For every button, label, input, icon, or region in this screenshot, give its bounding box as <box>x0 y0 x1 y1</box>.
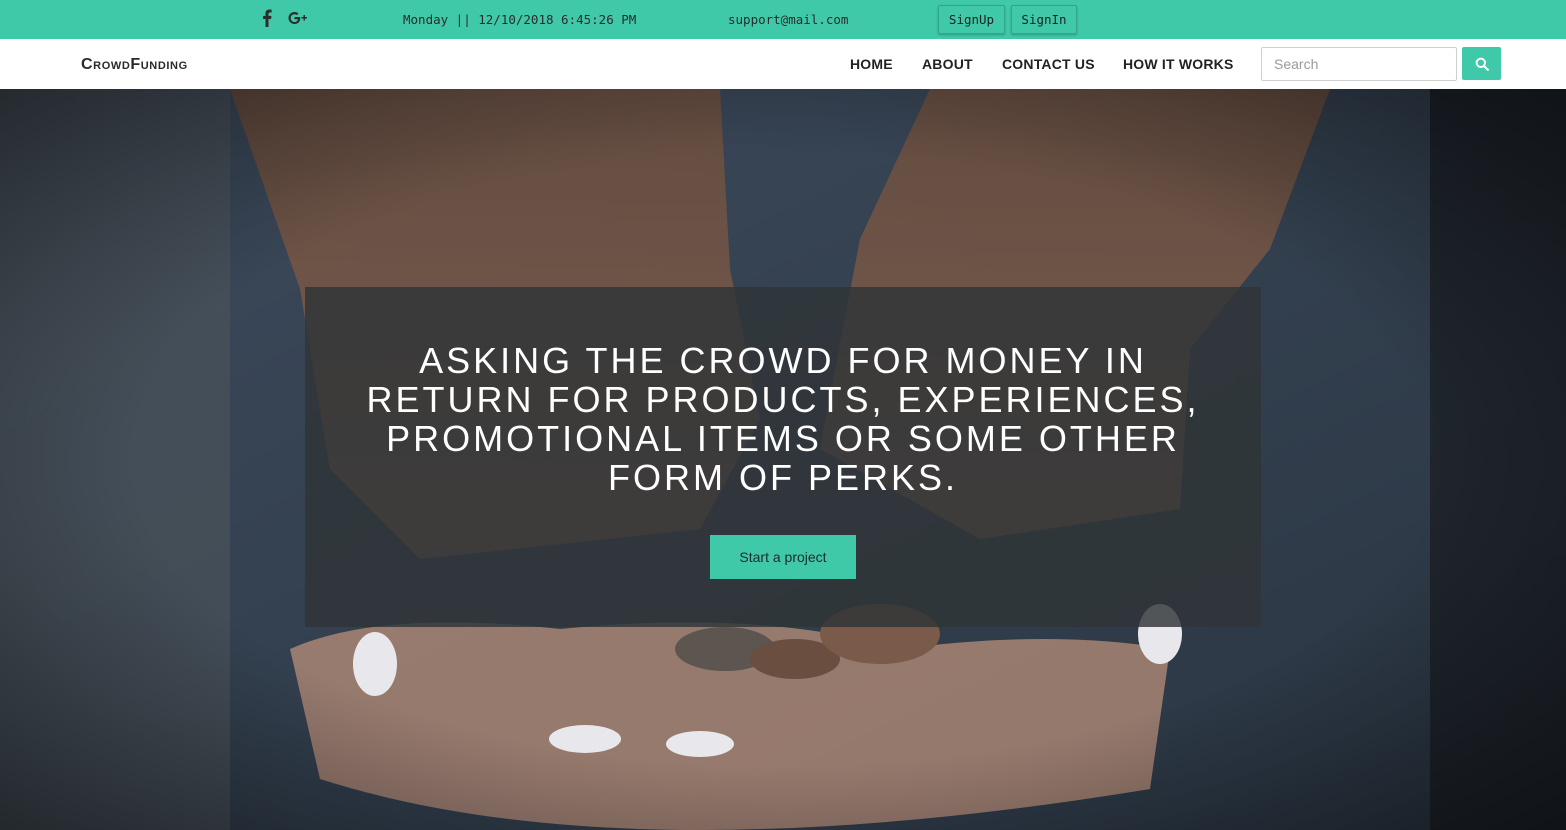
nav-about[interactable]: ABOUT <box>922 56 973 72</box>
start-project-button[interactable]: Start a project <box>710 535 856 579</box>
signin-button[interactable]: SignIn <box>1011 5 1077 34</box>
top-bar: Monday || 12/10/2018 6:45:26 PM support@… <box>0 0 1566 39</box>
signup-button[interactable]: SignUp <box>938 5 1005 34</box>
support-email[interactable]: support@mail.com <box>728 12 848 27</box>
search-input[interactable] <box>1261 47 1457 81</box>
main-navbar: CrowdFunding HOME ABOUT CONTACT US HOW I… <box>0 39 1566 89</box>
google-plus-icon[interactable] <box>288 9 308 27</box>
nav-how-it-works[interactable]: HOW IT WORKS <box>1123 56 1234 72</box>
nav-home[interactable]: HOME <box>850 56 893 72</box>
datetime-display: Monday || 12/10/2018 6:45:26 PM <box>403 12 637 27</box>
search-icon <box>1475 57 1489 71</box>
hero-headline: ASKING THE CROWD FOR MONEY IN RETURN FOR… <box>366 340 1200 498</box>
brand-logo[interactable]: CrowdFunding <box>81 56 188 74</box>
nav-contact-us[interactable]: CONTACT US <box>1002 56 1095 72</box>
facebook-icon[interactable] <box>262 9 272 27</box>
hero-section: ASKING THE CROWD FOR MONEY IN RETURN FOR… <box>0 89 1566 830</box>
search-button[interactable] <box>1462 47 1501 80</box>
